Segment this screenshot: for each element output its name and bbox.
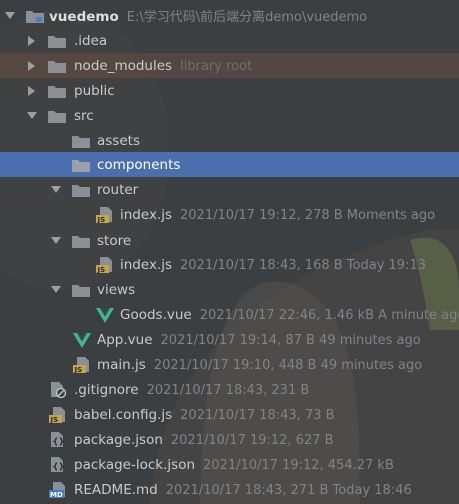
tree-row-goods-vue[interactable]: Goods.vue 2021/10/17 22:46, 1.46 kB A mi… [0, 302, 459, 327]
root-name: vuedemo [49, 9, 119, 25]
js-file-icon: JS [96, 256, 114, 274]
json-file-icon [49, 456, 67, 473]
folder-icon [72, 182, 90, 198]
item-name: components [97, 156, 181, 173]
item-name: views [97, 281, 136, 298]
project-tree: vuedemo E:\学习代码\前后端分离demo\vuedemo .idea … [0, 0, 459, 504]
chevron-down-icon[interactable] [4, 10, 16, 22]
item-name: node_modules [74, 57, 173, 74]
item-name: index.js [120, 206, 173, 223]
item-meta: 2021/10/17 18:43, 73 B [180, 407, 335, 423]
item-name: .idea [74, 32, 108, 49]
chevron-down-icon[interactable] [50, 184, 62, 196]
js-file-icon: JS [49, 406, 67, 424]
svg-text:MD: MD [50, 491, 63, 498]
item-name: main.js [97, 356, 146, 373]
item-name: assets [97, 132, 140, 149]
tree-row-src[interactable]: src [0, 103, 459, 128]
chevron-down-icon[interactable] [50, 284, 62, 296]
tree-row-node-modules[interactable]: node_modules library root [0, 53, 459, 78]
item-name: public [74, 82, 115, 99]
tree-row-package-lock-json[interactable]: package-lock.json 2021/10/17 19:12, 454.… [0, 452, 459, 477]
markdown-file-icon: MD [49, 481, 67, 499]
tree-row-package-json[interactable]: package.json 2021/10/17 19:12, 627 B [0, 427, 459, 452]
folder-icon [72, 233, 90, 249]
folder-icon [48, 58, 66, 74]
tree-row-gitignore[interactable]: .gitignore 2021/10/17 18:43, 231 B [0, 377, 459, 402]
folder-icon [48, 108, 66, 124]
folder-icon [72, 157, 90, 173]
item-name: store [97, 232, 132, 249]
svg-text:JS: JS [50, 416, 59, 423]
item-meta: 2021/10/17 22:46, 1.46 kB A minute ago [199, 307, 459, 323]
json-file-icon [49, 431, 67, 448]
item-meta: 2021/10/17 18:43, 168 B Today 19:13 [180, 257, 426, 273]
tree-row-root[interactable]: vuedemo E:\学习代码\前后端分离demo\vuedemo [0, 3, 459, 28]
tree-row-babel-config-js[interactable]: JS babel.config.js 2021/10/17 18:43, 73 … [0, 402, 459, 427]
item-meta: 2021/10/17 19:10, 448 B 49 minutes ago [153, 357, 423, 373]
tree-row-router-index-js[interactable]: JS index.js 2021/10/17 19:12, 278 B Mome… [0, 202, 459, 227]
tree-row-idea[interactable]: .idea [0, 28, 459, 53]
folder-icon [48, 33, 66, 49]
tree-row-assets[interactable]: assets [0, 128, 459, 153]
chevron-down-icon[interactable] [26, 110, 38, 122]
tree-row-components[interactable]: components [0, 152, 459, 177]
item-meta: 2021/10/17 18:43, 231 B [146, 382, 310, 398]
vue-file-icon [96, 307, 114, 323]
item-meta: 2021/10/17 19:14, 87 B 49 minutes ago [160, 332, 421, 348]
chevron-down-icon[interactable] [50, 235, 62, 247]
item-name: package-lock.json [74, 456, 196, 473]
item-meta: 2021/10/17 18:43, 271 B Today 18:46 [165, 482, 412, 498]
item-name: babel.config.js [74, 406, 173, 423]
folder-icon [72, 282, 90, 298]
folder-icon [72, 133, 90, 149]
item-meta: 2021/10/17 19:12, 278 B Moments ago [180, 207, 436, 223]
svg-text:JS: JS [74, 366, 83, 373]
module-folder-icon [26, 8, 44, 24]
folder-icon [48, 83, 66, 99]
item-name: router [97, 181, 139, 198]
tree-row-router[interactable]: router [0, 177, 459, 202]
item-name: src [74, 107, 94, 124]
tree-row-main-js[interactable]: JS main.js 2021/10/17 19:10, 448 B 49 mi… [0, 352, 459, 377]
item-meta: 2021/10/17 19:12, 627 B [170, 432, 334, 448]
tree-row-public[interactable]: public [0, 78, 459, 103]
item-meta: library root [180, 58, 253, 74]
item-name: App.vue [97, 331, 153, 348]
root-path: E:\学习代码\前后端分离demo\vuedemo [126, 10, 368, 25]
item-name: .gitignore [74, 381, 139, 398]
item-name: index.js [120, 256, 173, 273]
tree-row-readme-md[interactable]: MD README.md 2021/10/17 18:43, 271 B Tod… [0, 477, 459, 502]
vue-file-icon [73, 332, 91, 348]
item-name: Goods.vue [120, 306, 192, 323]
tree-row-store-index-js[interactable]: JS index.js 2021/10/17 18:43, 168 B Toda… [0, 252, 459, 277]
ignore-file-icon [49, 381, 67, 398]
chevron-right-icon[interactable] [26, 60, 38, 72]
tree-row-app-vue[interactable]: App.vue 2021/10/17 19:14, 87 B 49 minute… [0, 327, 459, 352]
js-file-icon: JS [73, 356, 91, 374]
tree-row-store[interactable]: store [0, 228, 459, 253]
tree-row-views[interactable]: views [0, 277, 459, 302]
svg-text:JS: JS [97, 216, 106, 223]
svg-text:JS: JS [97, 266, 106, 273]
item-name: README.md [74, 481, 158, 498]
chevron-right-icon[interactable] [26, 85, 38, 97]
chevron-right-icon[interactable] [26, 35, 38, 47]
item-name: package.json [74, 431, 163, 448]
item-meta: 2021/10/17 19:12, 454.27 kB [203, 457, 394, 473]
js-file-icon: JS [96, 206, 114, 224]
